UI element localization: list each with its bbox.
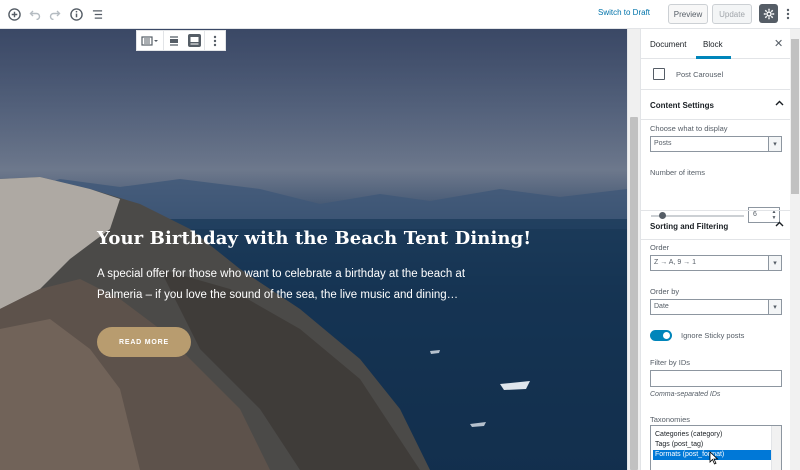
read-more-button[interactable]: READ MORE <box>97 327 191 357</box>
filter-ids-label: Filter by IDs <box>650 358 691 367</box>
taxonomies-label: Taxonomies <box>650 415 691 424</box>
sorting-panel-header[interactable]: Sorting and Filtering <box>641 210 790 240</box>
more-vertical-icon[interactable] <box>782 6 794 22</box>
slide-excerpt: A special offer for those who want to ce… <box>97 268 466 301</box>
update-button[interactable]: Update <box>712 4 752 24</box>
switch-to-draft-link[interactable]: Switch to Draft <box>598 8 650 17</box>
landscape-illustration <box>0 177 627 470</box>
post-carousel-icon[interactable] <box>137 31 163 50</box>
block-toolbar <box>136 30 226 51</box>
align-wide-icon[interactable] <box>164 31 184 50</box>
order-label: Order <box>650 243 670 252</box>
filter-ids-help: Comma-separated IDs <box>650 391 721 398</box>
more-vertical-icon[interactable] <box>205 31 225 50</box>
sidebar-tabs: Document Block ✕ <box>641 29 790 59</box>
gear-icon[interactable] <box>759 4 778 23</box>
orderby-label: Order by <box>650 287 680 296</box>
toggle-knob <box>663 332 670 339</box>
slide-title: Your Birthday with the Beach Tent Dining… <box>97 228 532 249</box>
mouse-cursor-icon <box>709 451 719 465</box>
align-full-icon[interactable] <box>184 31 204 50</box>
sidebar-scrollbar[interactable] <box>790 29 800 470</box>
redo-icon[interactable] <box>47 6 63 22</box>
tab-document[interactable]: Document <box>650 40 686 49</box>
undo-icon[interactable] <box>27 6 43 22</box>
panel-title: Sorting and Filtering <box>650 222 729 231</box>
orderby-select[interactable]: Date ▾ <box>650 299 782 315</box>
editor-canvas: Your Birthday with the Beach Tent Dining… <box>0 29 627 470</box>
plus-circle-icon[interactable] <box>6 6 22 22</box>
select-value: Z → A, 9 → 1 <box>654 259 697 266</box>
taxonomy-option[interactable]: Tags (post_tag) <box>653 440 771 450</box>
editor-scrollbar[interactable] <box>627 29 640 470</box>
editor-scrollbar-thumb[interactable] <box>630 117 638 470</box>
content-settings-panel-header[interactable]: Content Settings <box>641 90 790 120</box>
block-card: Post Carousel <box>641 59 790 90</box>
panel-title: Content Settings <box>650 101 714 110</box>
list-icon[interactable] <box>89 6 105 22</box>
close-icon[interactable]: ✕ <box>774 37 783 50</box>
chevron-up-icon <box>775 219 784 230</box>
taxonomy-option[interactable]: Categories (category) <box>653 430 771 440</box>
sidebar-scrollbar-thumb[interactable] <box>791 39 799 194</box>
chevron-down-icon: ▾ <box>768 256 781 270</box>
items-label: Number of items <box>650 168 706 177</box>
editor-topbar: Switch to Draft Preview Update <box>0 0 800 29</box>
ignore-sticky-toggle[interactable] <box>650 330 672 341</box>
settings-sidebar: Document Block ✕ Post Carousel Content S… <box>640 29 790 470</box>
preview-button[interactable]: Preview <box>668 4 708 24</box>
listbox-scrollbar[interactable] <box>771 426 781 470</box>
order-select[interactable]: Z → A, 9 → 1 ▾ <box>650 255 782 271</box>
tab-block[interactable]: Block <box>703 40 723 49</box>
chevron-down-icon: ▾ <box>768 300 781 314</box>
post-carousel-icon <box>653 68 665 80</box>
filter-ids-input[interactable] <box>650 370 782 387</box>
select-value: Posts <box>654 140 672 147</box>
display-select[interactable]: Posts ▾ <box>650 136 782 152</box>
select-value: Date <box>654 303 669 310</box>
ignore-sticky-label: Ignore Sticky posts <box>681 331 745 340</box>
info-icon[interactable] <box>68 6 84 22</box>
block-name: Post Carousel <box>676 70 724 79</box>
chevron-down-icon: ▾ <box>768 137 781 151</box>
display-label: Choose what to display <box>650 124 728 133</box>
chevron-up-icon <box>775 98 784 109</box>
